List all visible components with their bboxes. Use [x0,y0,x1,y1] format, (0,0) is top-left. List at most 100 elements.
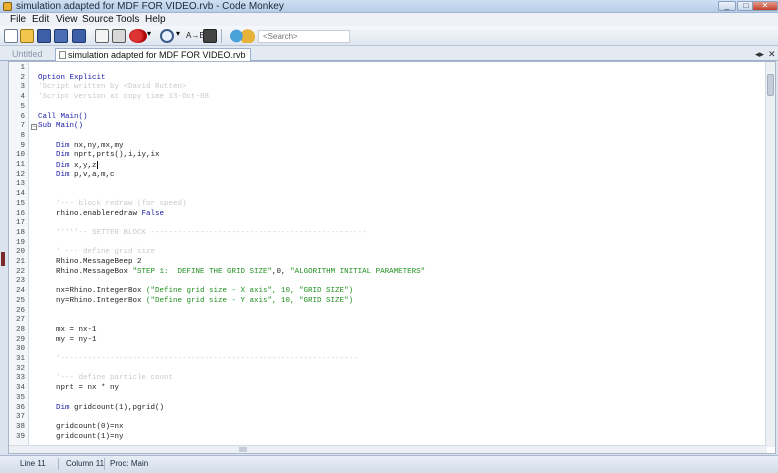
code-token: Dim [56,403,70,412]
code-token: gridcount(1)=ny [38,432,124,441]
code-line[interactable]: '--- define particle count [38,374,173,384]
plugin-icon[interactable] [228,29,256,43]
line-number: 2 [20,73,25,82]
code-line[interactable]: Dim nprt,prts(),i,iy,ix [38,151,160,161]
code-line[interactable]: rhino.enableredraw False [38,210,164,220]
code-line[interactable]: gridcount(1)=ny [38,433,124,443]
run-script-icon[interactable] [129,29,147,43]
code-line[interactable]: Rhino.MessageBeep 2 [38,258,142,268]
code-token: Dim [56,161,70,170]
code-line[interactable]: Sub Main() [38,122,83,132]
goto-line-icon[interactable] [203,29,217,43]
fold-toggle-icon[interactable]: − [31,123,37,130]
code-line[interactable]: nprt = nx * ny [38,384,119,394]
search-input[interactable] [258,30,350,43]
code-token: Rhino.MessageBox [38,267,133,276]
code-line[interactable]: Dim x,y,z [38,161,98,171]
tab-simulation-file[interactable]: simulation adapted for MDF FOR VIDEO.rvb [55,48,251,61]
code-token: Sub Main() [38,122,84,131]
vertical-scrollbar[interactable] [765,62,775,447]
print-icon[interactable] [112,29,126,43]
line-number: 37 [15,413,25,422]
close-button[interactable]: ✕ [752,1,778,11]
code-token: '---------------------------------------… [56,355,358,363]
code-line[interactable]: Call Main() [38,113,88,123]
menu-edit[interactable]: Edit [32,14,49,25]
line-number: 18 [15,228,25,237]
code-line[interactable]: ny=Rhino.IntegerBox ("Define grid size -… [38,297,353,307]
tab-scroll-icon[interactable]: ◂▸ [755,49,764,60]
menu-tools[interactable]: Tools [116,14,139,25]
code-token: ' --- define grid size [56,248,156,257]
cut-icon[interactable] [95,29,109,43]
line-number: 23 [15,277,25,286]
chevron-down-icon[interactable]: ▾ [176,29,184,43]
save-all-icon[interactable] [54,29,68,43]
minimize-button[interactable]: _ [718,1,736,11]
code-line[interactable]: Dim gridcount(1),pgrid() [38,404,164,414]
status-line: Line 11 [20,459,46,468]
code-area[interactable]: Option Explicit 'Script written by <David… [31,62,766,447]
code-token: nx,ny,mx,my [69,141,124,150]
code-line[interactable]: Option Explicit [38,74,106,84]
line-number: 20 [15,248,25,257]
code-line[interactable]: Dim p,v,a,m,c [38,171,115,181]
line-number: 13 [15,180,25,189]
open-folder-icon[interactable] [20,29,34,43]
line-number: 36 [15,403,25,412]
save-as-icon[interactable] [72,29,86,43]
horizontal-scrollbar[interactable] [9,445,767,453]
line-number: 6 [20,112,25,121]
code-line[interactable]: mx = nx-1 [38,326,97,336]
code-token: gridcount(1),pgrid() [69,403,165,412]
code-editor[interactable]: 1 2 3 4 5 6 7 8 9 10 11 12 13 14 15 16 17 18 19 20 21 22 23 24 2… [8,61,776,454]
code-token: x,y,z [69,161,97,170]
code-line[interactable]: nx=Rhino.IntegerBox ("Define grid size -… [38,287,353,297]
code-token: Dim [56,170,70,179]
code-line[interactable]: Dim nx,ny,mx,my [38,142,124,152]
line-number: 14 [15,190,25,199]
chevron-down-icon[interactable]: ▾ [147,29,155,43]
code-token: nprt = nx * ny [38,384,120,393]
menu-source[interactable]: Source [82,14,114,25]
code-line[interactable]: gridcount(0)=nx [38,423,124,433]
line-number: 29 [15,335,25,344]
close-tab-icon[interactable]: ✕ [768,49,776,60]
code-token: p,v,a,m,c [69,170,115,179]
code-line[interactable]: '--- block redraw (for speed) [38,200,187,210]
code-line[interactable]: my = ny-1 [38,336,97,346]
code-line[interactable]: '''''-- SETTER BLOCK -------------------… [38,229,367,239]
code-token: '--- define particle count [56,374,174,383]
line-number: 16 [15,209,25,218]
menu-view[interactable]: View [56,14,78,25]
scrollbar-thumb[interactable] [239,447,247,452]
code-line[interactable]: Rhino.MessageBox "STEP 1: DEFINE THE GRI… [38,268,425,278]
replace-icon[interactable]: A→B [186,29,205,43]
code-line[interactable]: 'Script version at copy time 13-Oct-08 [38,93,209,103]
new-file-icon[interactable] [4,29,18,43]
code-token: ,0, [272,267,291,276]
scrollbar-thumb[interactable] [767,74,774,96]
code-token: '--- block redraw (for speed) [56,199,187,208]
menu-help[interactable]: Help [145,14,166,25]
code-token: 'Script version at copy time 13-Oct-08 [38,93,210,102]
text-cursor [96,161,98,169]
code-line[interactable]: ' --- define grid size [38,248,155,258]
status-divider [104,458,105,470]
search-icon[interactable] [160,29,174,43]
code-line[interactable]: '---------------------------------------… [38,355,358,365]
save-icon[interactable] [37,29,51,43]
menu-file[interactable]: File [10,14,26,25]
code-token: "ALGORITHM INITIAL PARAMETERS" [290,267,426,276]
line-number: 9 [20,141,25,150]
tab-untitled[interactable]: Untitled [8,48,52,61]
code-line[interactable]: 'Script written by <David Rutten> [38,83,187,93]
